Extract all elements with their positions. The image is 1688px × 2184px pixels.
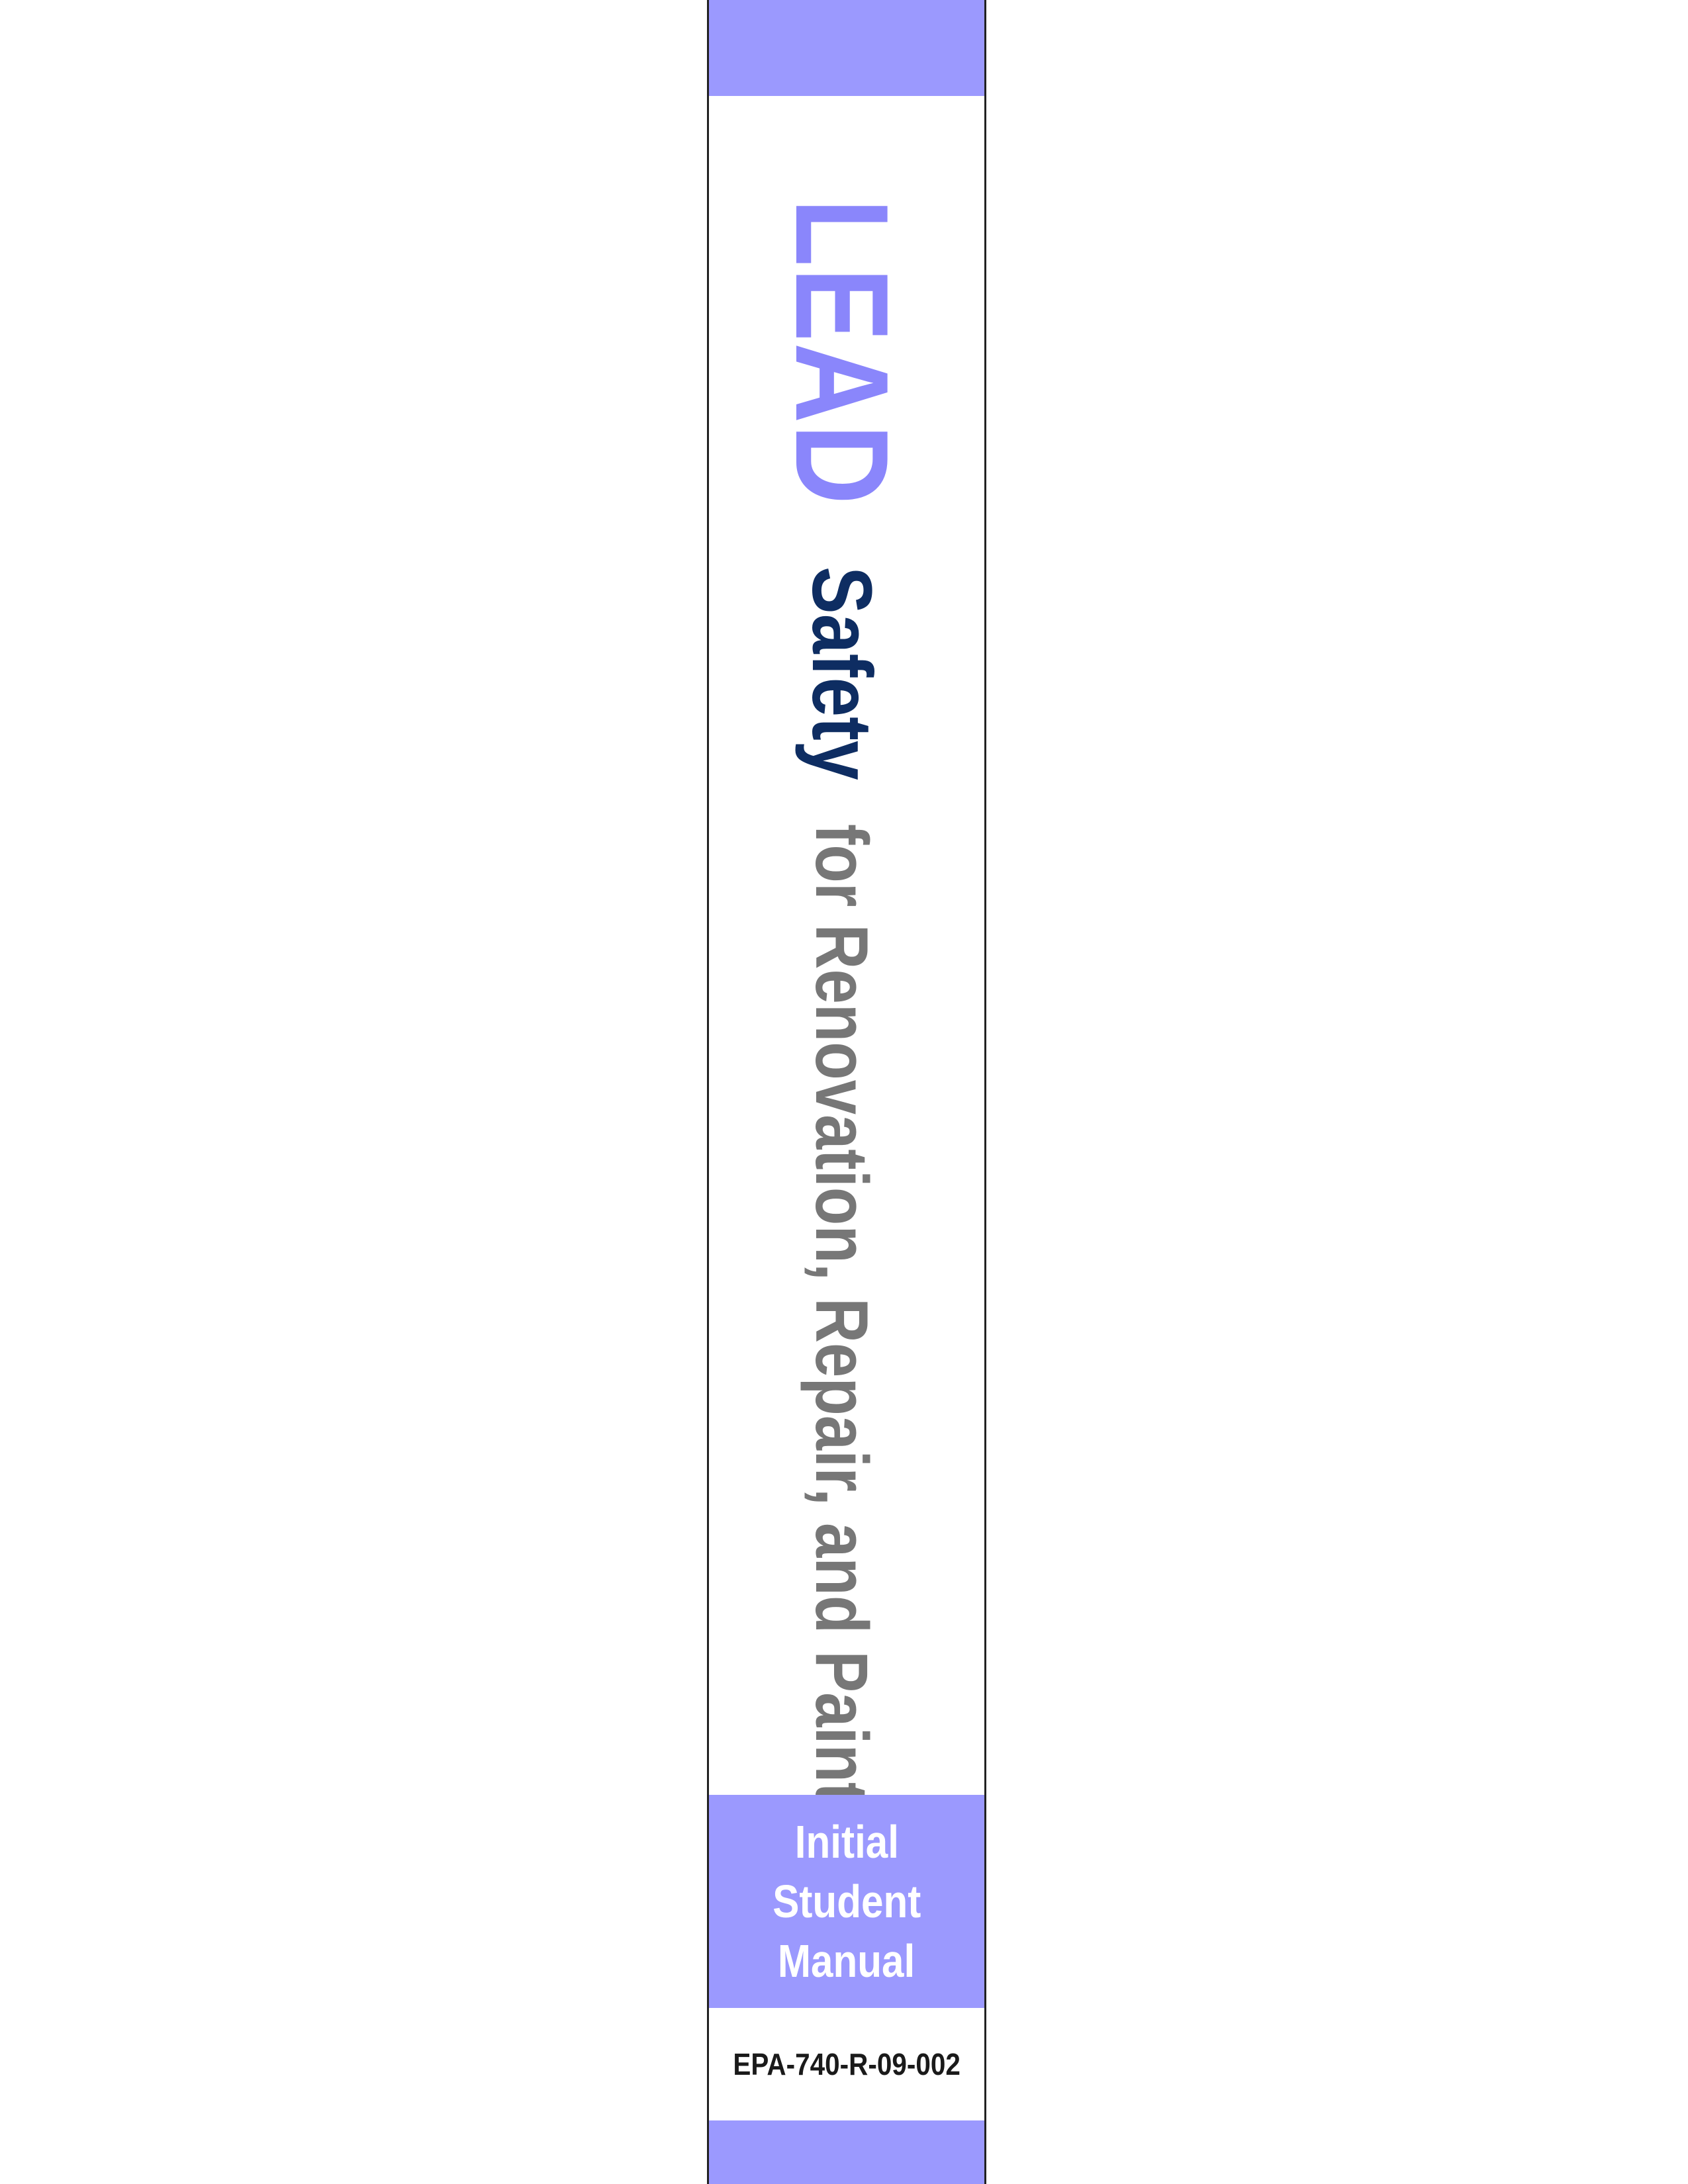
title-lead: LEAD [768,199,915,506]
document-number-text: EPA-740-R-09-002 [733,2047,961,2081]
title-safety: Safety [794,567,889,781]
manual-label-line-1: Initial [794,1816,899,1868]
bottom-color-band [709,2120,984,2184]
manual-label-line-3: Manual [778,1935,915,1987]
top-color-band [709,0,984,96]
manual-label-band: Initial Student Manual [709,1795,984,2008]
document-number: EPA-740-R-09-002 [709,2008,984,2120]
book-spine: LEAD Safety for Renovation, Repair, and … [707,0,986,2184]
spine-title: LEAD Safety for Renovation, Repair, and … [768,199,915,1896]
manual-label-line-2: Student [772,1876,921,1927]
title-subtitle: for Renovation, Repair, and Painting [800,823,883,1897]
